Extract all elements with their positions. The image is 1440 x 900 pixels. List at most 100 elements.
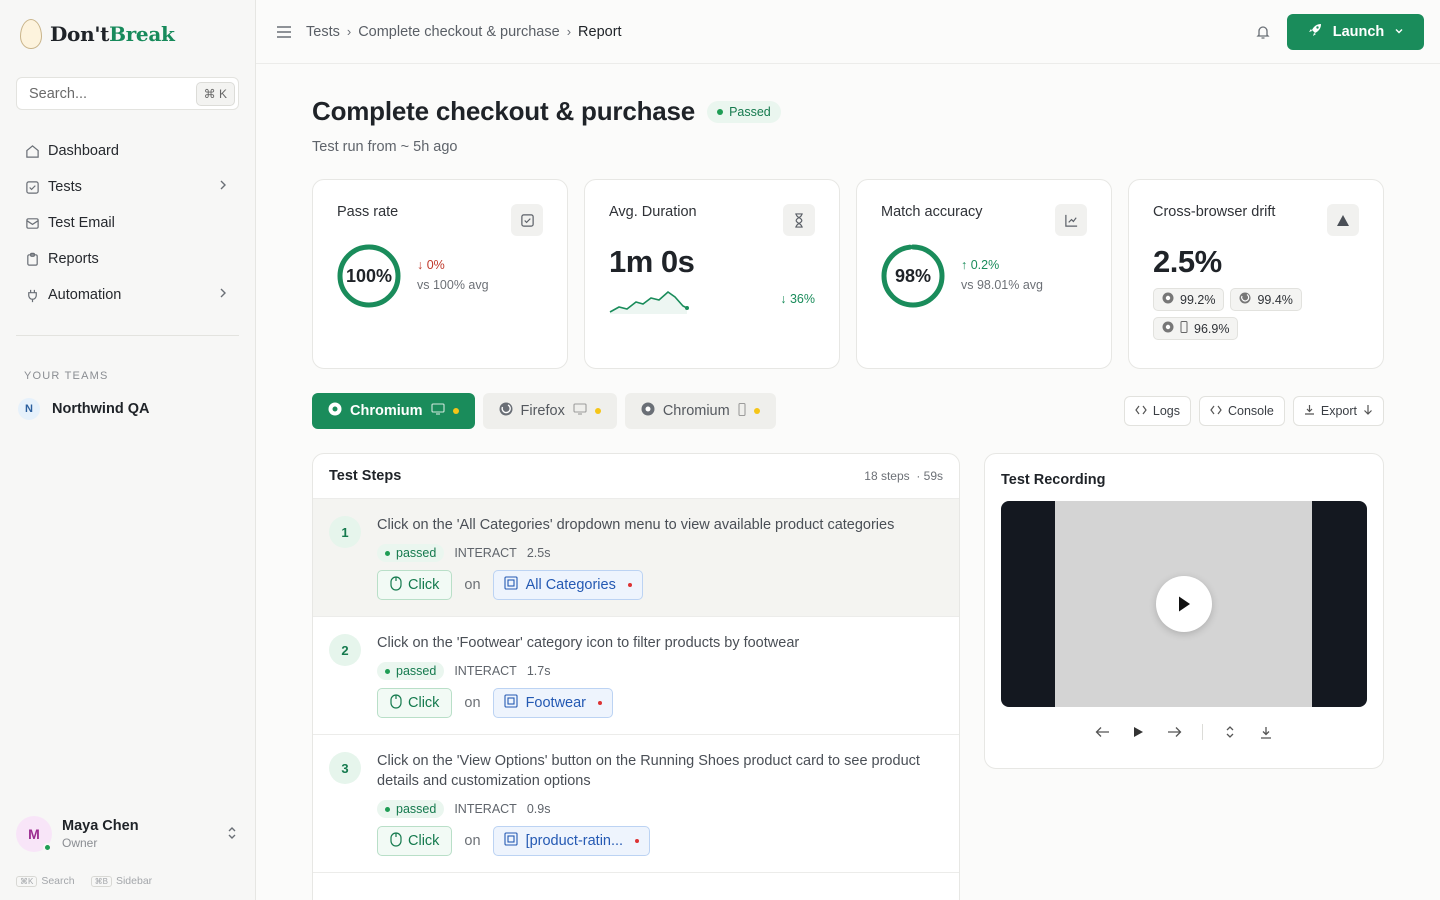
bell-icon[interactable] <box>1255 24 1271 40</box>
status-badge: Passed <box>707 100 781 123</box>
download-icon <box>1304 404 1315 418</box>
shortcut-search: ⌘K Search <box>16 875 75 887</box>
step-time: 1.7s <box>526 664 551 678</box>
chart-icon <box>1055 204 1087 236</box>
test-steps-header: Test Steps 18 steps · 59s <box>313 454 959 499</box>
brand-logo[interactable]: Don'tBreak <box>16 16 239 52</box>
sidebar-item-dashboard[interactable]: Dashboard <box>16 133 239 169</box>
test-step[interactable]: 1 Click on the 'All Categories' dropdown… <box>313 499 959 617</box>
stats-row: Pass rate 100% ↓ 0% vs 100% avg Avg. Dur… <box>312 179 1384 369</box>
checkbox-icon <box>24 179 40 195</box>
step-status-badge: passed <box>377 800 445 818</box>
team-name: Northwind QA <box>52 401 150 417</box>
arrow-left-icon[interactable] <box>1094 723 1112 741</box>
console-button[interactable]: Console <box>1198 396 1285 426</box>
target-element-chip[interactable]: Footwear <box>492 688 614 718</box>
mobile-icon <box>738 402 746 420</box>
shortcut-sidebar: ⌘B Sidebar <box>90 875 152 887</box>
team-item-northwind[interactable]: N Northwind QA <box>16 398 239 420</box>
page-subtitle: Test run from ~ 5h ago <box>312 139 458 155</box>
on-label: on <box>464 577 481 593</box>
sidebar-divider <box>16 335 239 336</box>
drift-chip-chromium: 99.2% <box>1153 288 1225 311</box>
match-accuracy-value: 98% <box>894 265 932 286</box>
sidebar-item-tests[interactable]: Tests <box>16 169 239 205</box>
search-input[interactable] <box>29 85 179 102</box>
target-element-chip[interactable]: All Categories <box>492 570 643 600</box>
test-step[interactable]: 2 Click on the 'Footwear' category icon … <box>313 617 959 735</box>
step-type: INTERACT <box>454 546 517 560</box>
video-player[interactable] <box>1001 501 1367 707</box>
action-chip[interactable]: Click <box>377 826 453 856</box>
drift-value: 2.5% <box>1153 244 1222 279</box>
chevron-up-down-icon[interactable] <box>225 826 239 843</box>
download-icon[interactable] <box>1257 723 1275 741</box>
chevron-right-icon: › <box>346 24 352 39</box>
step-action: Click on [product-ratin... <box>377 826 943 856</box>
mouse-icon <box>390 575 402 595</box>
page-title: Complete checkout & purchase <box>312 96 696 126</box>
play-icon <box>1179 596 1190 612</box>
launch-button[interactable]: Launch <box>1287 13 1424 50</box>
expand-icon[interactable] <box>1221 723 1239 741</box>
arrow-right-icon[interactable] <box>1166 723 1184 741</box>
sidebar-item-test-email[interactable]: Test Email <box>16 205 239 241</box>
chevron-right-icon <box>217 287 231 303</box>
code-icon <box>1135 404 1147 418</box>
breadcrumb-test[interactable]: Complete checkout & purchase <box>358 24 560 40</box>
browser-drift-chips: 99.2% 99.4% 96.9% <box>1153 288 1353 340</box>
action-chip[interactable]: Click <box>377 570 453 600</box>
step-time: 2.5s <box>526 546 551 560</box>
sidebar-item-label: Reports <box>48 251 99 267</box>
step-body: Click on the 'All Categories' dropdown m… <box>377 515 943 600</box>
test-step[interactable]: 3 Click on the 'View Options' button on … <box>313 735 959 873</box>
video-controls <box>1001 723 1367 741</box>
sidebar: Don'tBreak ⌘ K Dashboard Tests Test Emai… <box>0 0 256 900</box>
topbar: Tests › Complete checkout & purchase › R… <box>256 0 1440 64</box>
chevron-down-icon <box>1394 24 1404 40</box>
tab-chromium-desktop[interactable]: Chromium <box>312 393 475 429</box>
pass-rate-value: 100% <box>345 265 393 286</box>
play-button[interactable] <box>1156 576 1212 632</box>
clipboard-icon <box>24 251 40 267</box>
export-button[interactable]: Export <box>1292 396 1384 426</box>
search-box[interactable]: ⌘ K <box>16 77 239 110</box>
tab-chromium-mobile[interactable]: Chromium <box>624 393 776 429</box>
title-row: Complete checkout & purchase Passed <box>312 96 1384 127</box>
chromium-icon <box>1162 292 1174 307</box>
chevron-right-icon: › <box>566 24 572 39</box>
tab-firefox-desktop[interactable]: Firefox <box>482 393 617 429</box>
target-element-chip[interactable]: [product-ratin... <box>492 826 651 856</box>
target-marker-dot <box>635 839 640 843</box>
sidebar-item-label: Dashboard <box>48 143 119 159</box>
breadcrumb-tests[interactable]: Tests <box>306 24 340 40</box>
play-icon[interactable] <box>1130 723 1148 741</box>
user-name: Maya Chen <box>62 818 139 834</box>
status-dot <box>594 408 601 414</box>
chromium-icon <box>328 402 342 420</box>
step-action: Click on Footwear <box>377 688 943 718</box>
logs-button[interactable]: Logs <box>1123 396 1191 426</box>
toolbar-actions: Logs Console Export <box>1123 396 1384 426</box>
keyboard-shortcuts: ⌘K Search ⌘B Sidebar <box>16 875 152 887</box>
drift-chip-firefox: 99.4% <box>1230 288 1302 311</box>
step-body: Click on the 'View Options' button on th… <box>377 751 943 856</box>
pass-rate-delta: ↓ 0% vs 100% avg <box>417 258 489 292</box>
rocket-icon <box>1307 22 1323 42</box>
sidebar-item-automation[interactable]: Automation <box>16 277 239 313</box>
controls-divider <box>1201 724 1203 740</box>
on-label: on <box>464 833 481 849</box>
browser-toolbar: Chromium Firefox Chromium Logs Console E… <box>312 393 1384 429</box>
sidebar-item-reports[interactable]: Reports <box>16 241 239 277</box>
menu-toggle-icon[interactable] <box>274 22 294 42</box>
team-avatar: N <box>18 398 40 420</box>
user-info: Maya Chen Owner <box>62 818 215 850</box>
user-menu[interactable]: M Maya Chen Owner <box>16 816 239 852</box>
egg-logo-icon <box>20 19 42 49</box>
code-icon <box>1210 404 1222 418</box>
step-type: INTERACT <box>454 802 517 816</box>
home-icon <box>24 143 40 159</box>
target-icon <box>504 832 518 850</box>
action-chip[interactable]: Click <box>377 688 453 718</box>
duration-sparkline <box>609 290 689 314</box>
